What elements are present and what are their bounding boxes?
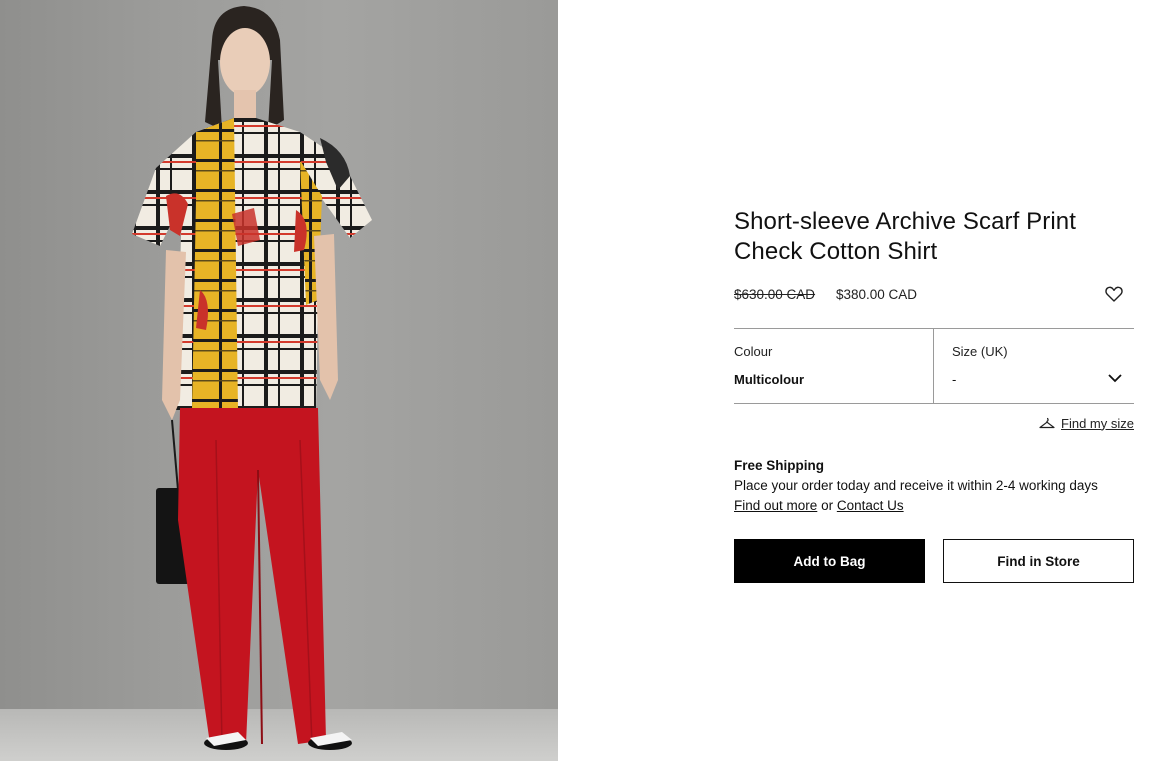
- price-row: $630.00 CAD $380.00 CAD: [734, 286, 1134, 306]
- find-my-size-link[interactable]: Find my size: [1039, 414, 1134, 432]
- contact-us-link[interactable]: Contact Us: [837, 498, 904, 513]
- find-my-size-label: Find my size: [1061, 415, 1134, 431]
- original-price: $630.00 CAD: [734, 287, 816, 302]
- variant-selectors: Colour Multicolour Size (UK) -: [734, 328, 1134, 404]
- chevron-down-icon: [1108, 374, 1122, 383]
- hanger-icon: [1039, 417, 1055, 429]
- model-illustration: [132, 6, 372, 750]
- size-value: -: [952, 372, 957, 387]
- colour-label: Colour: [734, 344, 773, 359]
- colour-selector: Colour Multicolour: [734, 329, 934, 404]
- shipping-connector: or: [821, 498, 837, 513]
- add-to-bag-button[interactable]: Add to Bag: [734, 539, 925, 583]
- product-image[interactable]: [0, 0, 558, 761]
- find-in-store-button[interactable]: Find in Store: [943, 539, 1134, 583]
- find-out-more-link[interactable]: Find out more: [734, 498, 817, 513]
- shipping-text: Place your order today and receive it wi…: [734, 478, 1098, 493]
- product-title-line-2: Check Cotton Shirt: [734, 238, 938, 265]
- size-dropdown[interactable]: Size (UK) -: [934, 329, 1134, 404]
- shipping-heading: Free Shipping: [734, 458, 825, 473]
- shipping-info: Free Shipping Place your order today and…: [734, 456, 1134, 516]
- size-label: Size (UK): [952, 344, 1008, 359]
- shipping-links: Find out more or Contact Us: [734, 496, 1134, 516]
- colour-value: Multicolour: [734, 372, 805, 387]
- heart-icon[interactable]: [1104, 284, 1124, 304]
- product-title-line-1: Short-sleeve Archive Scarf Print: [734, 208, 1077, 235]
- sale-price: $380.00 CAD: [836, 287, 918, 302]
- product-title: Short-sleeve Archive Scarf Print Check C…: [734, 207, 1134, 267]
